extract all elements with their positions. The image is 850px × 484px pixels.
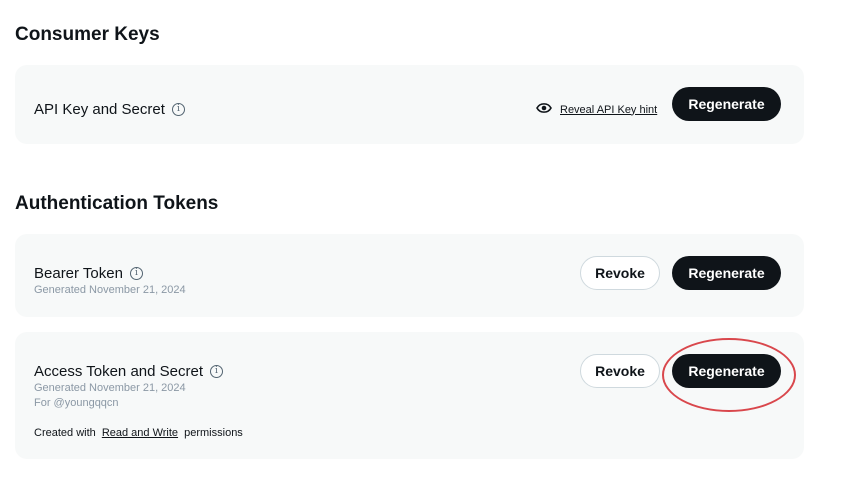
api-key-regenerate-button[interactable]: Regenerate (672, 87, 781, 121)
bearer-token-card: Bearer Token i Generated November 21, 20… (15, 234, 804, 317)
access-regenerate-button[interactable]: Regenerate (672, 354, 781, 388)
access-revoke-button[interactable]: Revoke (580, 354, 660, 388)
access-token-label: Access Token and Secret (34, 363, 203, 380)
api-key-row-title: API Key and Secret i (34, 101, 185, 118)
access-token-row-title: Access Token and Secret i (34, 363, 223, 380)
bearer-token-label: Bearer Token (34, 265, 123, 282)
bearer-generated-date: Generated November 21, 2024 (34, 284, 186, 296)
api-key-card: API Key and Secret i Reveal API Key hint… (15, 65, 804, 144)
info-icon[interactable]: i (129, 267, 143, 280)
access-for-user: For @youngqqcn (34, 397, 119, 409)
reveal-hint-label[interactable]: Reveal API Key hint (560, 104, 657, 116)
access-generated-date: Generated November 21, 2024 (34, 382, 186, 394)
access-token-card: Access Token and Secret i Generated Nove… (15, 332, 804, 459)
consumer-keys-heading: Consumer Keys (15, 24, 160, 45)
bearer-regenerate-button[interactable]: Regenerate (672, 256, 781, 290)
authentication-tokens-heading: Authentication Tokens (15, 193, 219, 214)
eye-icon (536, 102, 552, 117)
bearer-revoke-button[interactable]: Revoke (580, 256, 660, 290)
access-permissions-note: Created with Read and Write permissions (34, 427, 243, 439)
api-key-label: API Key and Secret (34, 101, 165, 118)
created-with-text: Created with (34, 427, 96, 439)
info-icon[interactable]: i (171, 103, 185, 116)
permissions-link[interactable]: Read and Write (102, 427, 178, 439)
reveal-api-key-hint[interactable]: Reveal API Key hint (536, 102, 657, 117)
info-icon[interactable]: i (209, 365, 223, 378)
bearer-token-row-title: Bearer Token i (34, 265, 143, 282)
permissions-suffix: permissions (184, 427, 243, 439)
